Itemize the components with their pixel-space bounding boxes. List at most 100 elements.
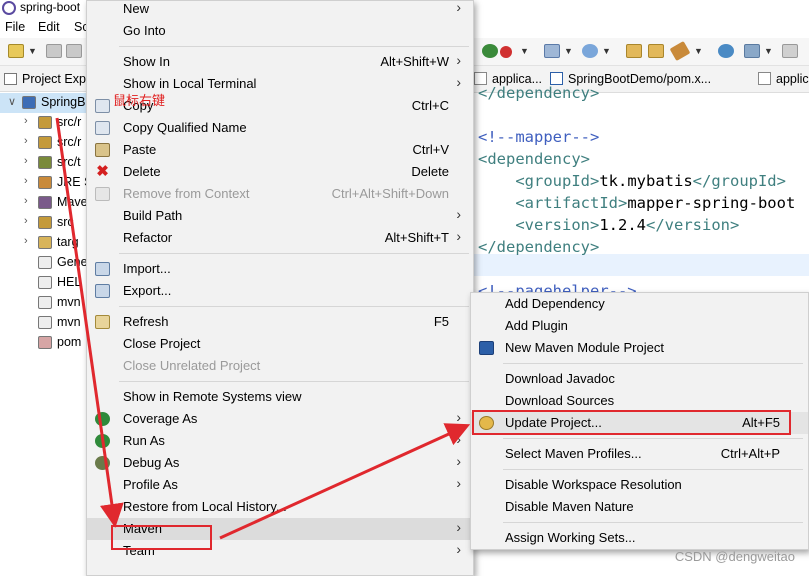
back-icon[interactable] — [782, 44, 798, 58]
menu-item-label: Close Unrelated Project — [123, 358, 261, 373]
menu-item-label: Debug As — [123, 455, 180, 470]
menu-edit[interactable]: Edit — [38, 20, 60, 34]
chevron-right-icon[interactable]: › — [24, 195, 28, 207]
menu-separator — [119, 253, 469, 254]
tree-item-icon — [38, 236, 52, 249]
debug-icon — [95, 456, 110, 470]
chevron-down-icon[interactable]: ∨ — [8, 95, 16, 108]
chevron-down-icon[interactable]: ▼ — [694, 46, 703, 56]
tree-item[interactable]: ∨ SpringB — [0, 93, 86, 113]
chevron-right-icon[interactable]: › — [24, 215, 28, 227]
project-explorer-title[interactable]: Project Exp — [22, 72, 86, 86]
tree-item[interactable]: Gene — [0, 253, 88, 273]
menu-item-export[interactable]: Export... — [87, 280, 473, 302]
stop-icon[interactable] — [500, 46, 512, 58]
code-token: <artifactId> — [478, 194, 628, 212]
menu-item-debug-as[interactable]: Debug As › — [87, 452, 473, 474]
menu-item-label: Build Path — [123, 208, 183, 223]
menu-item-show-in[interactable]: Show In Alt+Shift+W › — [87, 51, 473, 73]
tree-item[interactable]: › src/t — [0, 153, 86, 173]
update-project-highlight-box — [472, 410, 791, 435]
menu-file[interactable]: File — [5, 20, 25, 34]
menu-item-paste[interactable]: Paste Ctrl+V — [87, 139, 473, 161]
menu-item-go-into[interactable]: Go Into — [87, 20, 473, 42]
watermark: CSDN @dengweitao — [674, 549, 795, 564]
menu-item-refresh[interactable]: Refresh F5 — [87, 311, 473, 333]
tab-label: applic — [776, 72, 809, 86]
menu-item-new-maven-module-project[interactable]: New Maven Module Project — [471, 337, 808, 359]
code-line: <artifactId>mapper-spring-boot — [478, 194, 795, 216]
file-icon — [758, 72, 771, 85]
new-icon[interactable] — [8, 44, 24, 58]
chevron-down-icon[interactable]: ▼ — [564, 46, 573, 56]
eclipse-icon — [2, 1, 16, 15]
tree-item-label: targ — [57, 235, 79, 249]
menu-item-shortcut: Ctrl+V — [412, 142, 449, 157]
tree-item[interactable]: › Mave — [0, 193, 88, 213]
menu-item-show-in-remote-systems-view[interactable]: Show in Remote Systems view — [87, 386, 473, 408]
code-line: <version>1.2.4</version> — [478, 216, 739, 238]
chevron-right-icon[interactable]: › — [24, 115, 28, 127]
chevron-down-icon[interactable]: ▼ — [28, 46, 37, 56]
menu-item-profile-as[interactable]: Profile As › — [87, 474, 473, 496]
tree-item[interactable]: › src/r — [0, 133, 86, 153]
globe-icon[interactable] — [718, 44, 734, 58]
menu-item-disable-workspace-resolution[interactable]: Disable Workspace Resolution — [471, 474, 808, 496]
menu-item-shortcut: Alt+Shift+T — [384, 230, 449, 245]
tree-item[interactable]: › targ — [0, 233, 86, 253]
menu-item-run-as[interactable]: Run As › — [87, 430, 473, 452]
code-token: <dependency> — [478, 150, 590, 168]
menu-item-download-javadoc[interactable]: Download Javadoc — [471, 368, 808, 390]
menu-item-label: Download Sources — [505, 393, 615, 408]
menu-item-add-dependency[interactable]: Add Dependency — [471, 293, 808, 315]
tree-item[interactable]: › src — [0, 213, 86, 233]
menu-item-new[interactable]: New › — [87, 0, 473, 20]
chevron-down-icon[interactable]: ▼ — [520, 46, 529, 56]
navigate-icon[interactable] — [744, 44, 760, 58]
menu-item-copy-qualified-name[interactable]: Copy Qualified Name — [87, 117, 473, 139]
menu-item-coverage-as[interactable]: Coverage As › — [87, 408, 473, 430]
menu-separator — [503, 522, 803, 523]
open-type-icon[interactable] — [626, 44, 642, 58]
run-toolbar-icon[interactable] — [482, 44, 498, 58]
menu-item-label: Copy Qualified Name — [123, 120, 247, 135]
menu-item-label: Add Dependency — [505, 296, 605, 311]
new-class-icon[interactable] — [582, 44, 598, 58]
menu-item-refactor[interactable]: Refactor Alt+Shift+T › — [87, 227, 473, 249]
chevron-right-icon[interactable]: › — [24, 175, 28, 187]
menu-item-add-plugin[interactable]: Add Plugin — [471, 315, 808, 337]
tree-item[interactable]: pom — [0, 333, 86, 353]
tree-item[interactable]: HEL — [0, 273, 86, 293]
menu-item-build-path[interactable]: Build Path › — [87, 205, 473, 227]
chevron-down-icon[interactable]: ▼ — [602, 46, 611, 56]
external-tools-icon[interactable] — [544, 44, 560, 58]
menu-item-assign-working-sets[interactable]: Assign Working Sets... — [471, 527, 808, 549]
open-folder-icon[interactable] — [648, 44, 664, 58]
chevron-down-icon[interactable]: ▼ — [764, 46, 773, 56]
context-menu: New › Go Into Show In Alt+Shift+W › Show in Lo… — [86, 0, 474, 576]
menu-item-disable-maven-nature[interactable]: Disable Maven Nature — [471, 496, 808, 518]
code-token: mapper-spring-boot — [627, 194, 796, 212]
copy-icon — [95, 99, 110, 113]
tab-application-2[interactable]: applic — [758, 66, 809, 93]
save-all-icon[interactable] — [66, 44, 82, 58]
project-explorer-icon — [4, 73, 17, 85]
save-icon[interactable] — [46, 44, 62, 58]
tree-item[interactable]: › JRE S — [0, 173, 92, 193]
menu-item-restore-from-local-history[interactable]: Restore from Local History... — [87, 496, 473, 518]
menu-item-close-project[interactable]: Close Project — [87, 333, 473, 355]
brush-icon[interactable] — [669, 40, 691, 62]
menu-item-shortcut: Alt+Shift+W — [380, 54, 449, 69]
menu-item-select-maven-profiles[interactable]: Select Maven Profiles... Ctrl+Alt+P — [471, 443, 808, 465]
chevron-right-icon[interactable]: › — [24, 135, 28, 147]
chevron-right-icon[interactable]: › — [24, 235, 28, 247]
tree-item[interactable]: mvn — [0, 313, 86, 333]
tree-item[interactable]: › src/r — [0, 113, 86, 133]
menu-item-label: Disable Workspace Resolution — [505, 477, 682, 492]
tree-item[interactable]: mvn — [0, 293, 86, 313]
chevron-right-icon[interactable]: › — [24, 155, 28, 167]
menu-item-import[interactable]: Import... — [87, 258, 473, 280]
menu-item-shortcut: Ctrl+Alt+Shift+Down — [331, 186, 449, 201]
menu-item-download-sources[interactable]: Download Sources — [471, 390, 808, 412]
menu-item-delete[interactable]: ✖ Delete Delete — [87, 161, 473, 183]
